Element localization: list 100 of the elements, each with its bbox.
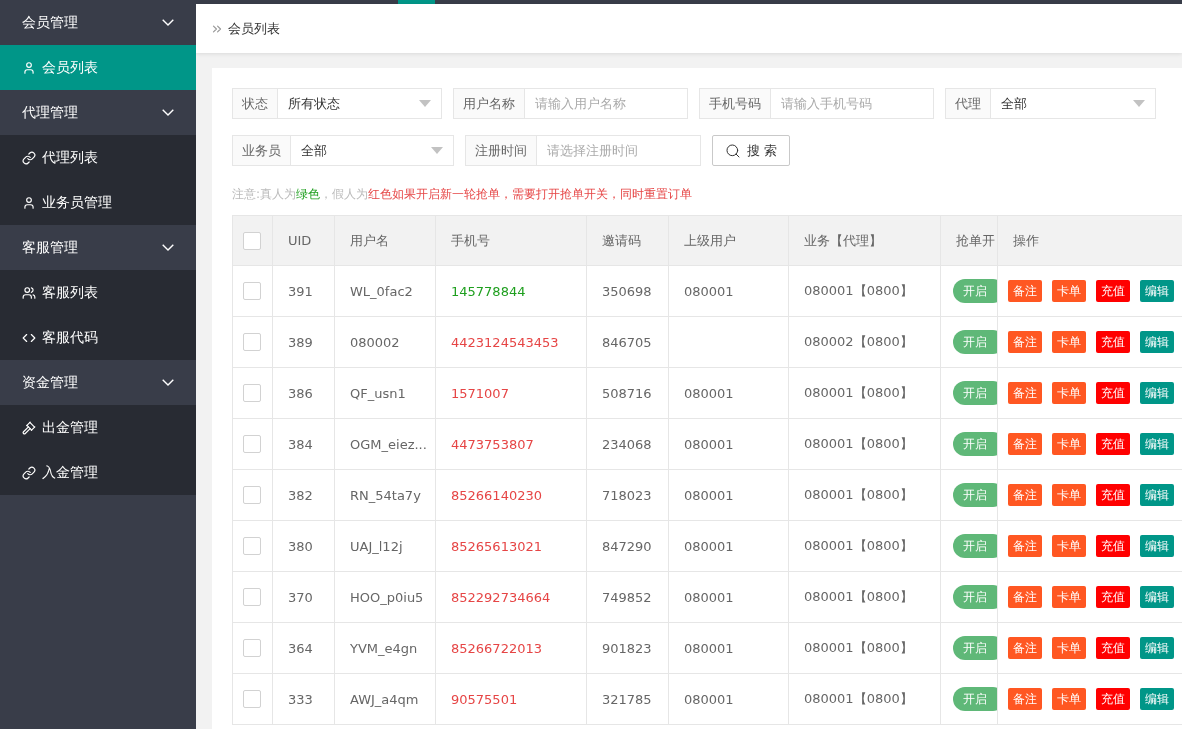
action-button[interactable]: 备注 <box>1008 331 1042 353</box>
toggle-switch[interactable]: 开启 <box>953 687 997 711</box>
action-button[interactable]: 充值 <box>1096 535 1130 557</box>
action-button[interactable]: 卡单 <box>1052 535 1086 557</box>
action-button[interactable]: 备注 <box>1008 382 1042 404</box>
sidebar-item[interactable]: 会员列表 <box>0 45 196 90</box>
checkbox[interactable] <box>243 537 261 555</box>
filter-label: 状态 <box>232 88 278 119</box>
checkbox[interactable] <box>243 690 261 708</box>
checkbox[interactable] <box>243 588 261 606</box>
action-button[interactable]: 备注 <box>1008 586 1042 608</box>
table-cell: YVM_e4gn <box>350 640 418 656</box>
action-button[interactable]: 编辑 <box>1140 484 1174 506</box>
sidebar-item[interactable]: 入金管理 <box>0 450 196 495</box>
table-cell: 080001 <box>684 436 734 452</box>
action-button[interactable]: 卡单 <box>1052 637 1086 659</box>
breadcrumb: 会员列表 <box>228 19 280 38</box>
action-button[interactable]: 充值 <box>1096 688 1130 710</box>
action-button[interactable]: 备注 <box>1008 433 1042 455</box>
menu-group[interactable]: 客服管理 <box>0 225 196 270</box>
toggle-switch[interactable]: 开启 <box>953 636 997 660</box>
action-button[interactable]: 充值 <box>1096 433 1130 455</box>
table-cell: 080001【0800】 <box>804 487 913 502</box>
table-cell: 718023 <box>602 487 652 503</box>
checkbox[interactable] <box>243 333 261 351</box>
table-cell: 382 <box>288 487 313 503</box>
action-button[interactable]: 编辑 <box>1140 637 1174 659</box>
search-button[interactable]: 搜 索 <box>712 135 791 166</box>
action-button[interactable]: 充值 <box>1096 382 1130 404</box>
sidebar-item[interactable]: 客服代码 <box>0 315 196 360</box>
toggle-switch[interactable]: 开启 <box>953 483 997 507</box>
filter-input[interactable]: 请选择注册时间 <box>537 135 701 166</box>
action-button[interactable]: 备注 <box>1008 280 1042 302</box>
table-cell: 234068 <box>602 436 652 452</box>
table-cell: 847290 <box>602 538 652 554</box>
checkbox[interactable] <box>243 231 261 250</box>
phone-number: 85265613021 <box>451 538 542 554</box>
action-button[interactable]: 充值 <box>1096 637 1130 659</box>
action-button[interactable]: 编辑 <box>1140 586 1174 608</box>
action-button[interactable]: 备注 <box>1008 688 1042 710</box>
menu-group[interactable]: 会员管理 <box>0 0 196 45</box>
phone-number: 90575501 <box>451 691 518 707</box>
checkbox[interactable] <box>243 639 261 657</box>
action-button[interactable]: 卡单 <box>1052 688 1086 710</box>
action-button[interactable]: 卡单 <box>1052 280 1086 302</box>
action-button[interactable]: 充值 <box>1096 331 1130 353</box>
action-button[interactable]: 卡单 <box>1052 484 1086 506</box>
table-cell: 080001 <box>684 283 734 299</box>
table-cell: 080002【0800】 <box>804 334 913 349</box>
action-button[interactable]: 备注 <box>1008 484 1042 506</box>
filter-select[interactable]: 全部 <box>291 135 454 166</box>
action-button[interactable]: 编辑 <box>1140 535 1174 557</box>
action-button[interactable]: 备注 <box>1008 637 1042 659</box>
action-button[interactable]: 卡单 <box>1052 433 1086 455</box>
action-button[interactable]: 备注 <box>1008 535 1042 557</box>
action-button[interactable]: 编辑 <box>1140 331 1174 353</box>
filter-select[interactable]: 全部 <box>991 88 1156 119</box>
toggle-switch[interactable]: 开启 <box>953 534 997 558</box>
action-button[interactable]: 充值 <box>1096 484 1130 506</box>
table-cell: 384 <box>288 436 313 452</box>
action-button[interactable]: 卡单 <box>1052 382 1086 404</box>
sidebar-item[interactable]: 客服列表 <box>0 270 196 315</box>
sidebar-item-label: 入金管理 <box>42 463 98 482</box>
filter-label: 业务员 <box>232 135 291 166</box>
sidebar-item[interactable]: 代理列表 <box>0 135 196 180</box>
column-header: 上级用户 <box>668 215 789 266</box>
hammer-icon <box>22 420 36 435</box>
sidebar-item[interactable]: 出金管理 <box>0 405 196 450</box>
checkbox[interactable] <box>243 384 261 402</box>
checkbox[interactable] <box>243 435 261 453</box>
sidebar-item[interactable]: 业务员管理 <box>0 180 196 225</box>
menu-group[interactable]: 资金管理 <box>0 360 196 405</box>
filter-label: 代理 <box>945 88 991 119</box>
toggle-switch[interactable]: 开启 <box>953 432 997 456</box>
filter-select[interactable]: 所有状态 <box>278 88 442 119</box>
action-button[interactable]: 编辑 <box>1140 433 1174 455</box>
toggle-switch[interactable]: 开启 <box>953 279 997 303</box>
action-button[interactable]: 卡单 <box>1052 331 1086 353</box>
sidebar-item-label: 客服代码 <box>42 328 98 347</box>
checkbox[interactable] <box>243 486 261 504</box>
checkbox[interactable] <box>243 282 261 300</box>
table-cell: 370 <box>288 589 313 605</box>
column-header: 邀请码 <box>586 215 669 266</box>
sidebar-item-label: 出金管理 <box>42 418 98 437</box>
action-button[interactable]: 编辑 <box>1140 382 1174 404</box>
action-button[interactable]: 编辑 <box>1140 280 1174 302</box>
toggle-switch[interactable]: 开启 <box>953 381 997 405</box>
action-button[interactable]: 充值 <box>1096 586 1130 608</box>
action-button[interactable]: 编辑 <box>1140 688 1174 710</box>
action-button[interactable]: 卡单 <box>1052 586 1086 608</box>
table-cell: HOO_p0iu5 <box>350 589 424 605</box>
table-cell: WL_0fac2 <box>350 283 413 299</box>
toggle-switch[interactable]: 开启 <box>953 330 997 354</box>
filter-input[interactable]: 请输入手机号码 <box>771 88 934 119</box>
filter-input[interactable]: 请输入用户名称 <box>525 88 688 119</box>
toggle-switch[interactable]: 开启 <box>953 585 997 609</box>
column-header: 抢单开 <box>940 215 998 266</box>
action-button[interactable]: 充值 <box>1096 280 1130 302</box>
table-cell: OGM_eiez... <box>350 436 427 452</box>
menu-group[interactable]: 代理管理 <box>0 90 196 135</box>
